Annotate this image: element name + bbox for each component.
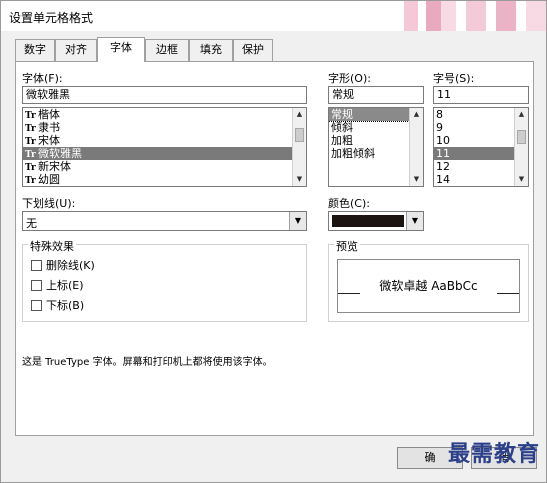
chevron-down-icon[interactable]: ▼ bbox=[406, 212, 423, 230]
title-bar: 设置单元格格式 bbox=[1, 1, 546, 31]
dialog-title: 设置单元格格式 bbox=[9, 11, 94, 25]
strikethrough-label: 删除线(K) bbox=[46, 259, 95, 272]
list-item-label: 楷体 bbox=[38, 108, 60, 121]
strikethrough-checkbox[interactable]: 删除线(K) bbox=[31, 259, 95, 273]
style-list[interactable]: 常规 倾斜 加粗 加粗倾斜 ▲ ▼ bbox=[328, 107, 424, 187]
scroll-down-icon[interactable]: ▼ bbox=[410, 173, 423, 186]
preview-baseline bbox=[497, 293, 519, 294]
checkbox-box[interactable] bbox=[31, 300, 42, 311]
font-note: 这是 TrueType 字体。屏幕和打印机上都将使用该字体。 bbox=[22, 357, 273, 368]
tab-font[interactable]: 字体 bbox=[97, 37, 145, 62]
superscript-label: 上标(E) bbox=[46, 279, 84, 292]
chevron-down-icon[interactable]: ▼ bbox=[289, 212, 306, 230]
subscript-checkbox[interactable]: 下标(B) bbox=[31, 299, 84, 313]
effects-title: 特殊效果 bbox=[28, 238, 76, 254]
tab-border[interactable]: 边框 bbox=[145, 39, 189, 61]
scroll-down-icon[interactable]: ▼ bbox=[293, 173, 306, 186]
font-list[interactable]: Tr 楷体 Tr 隶书 Tr 宋体 Tr 微软雅黑 Tr 新宋体 Tr 幼圆 ▲ ▼ bbox=[22, 107, 307, 187]
list-item-selected[interactable]: Tr 微软雅黑 bbox=[23, 147, 306, 160]
font-panel: 字体(F): 微软雅黑 Tr 楷体 Tr 隶书 Tr 宋体 Tr 微软雅黑 Tr 新宋体 … bbox=[15, 61, 534, 436]
list-item-label: 新宋体 bbox=[38, 160, 71, 173]
style-input[interactable]: 常规 bbox=[328, 86, 424, 104]
subscript-label: 下标(B) bbox=[46, 299, 85, 312]
style-label: 字形(O): bbox=[328, 72, 371, 85]
font-input[interactable]: 微软雅黑 bbox=[22, 86, 307, 104]
list-item[interactable]: Tr 宋体 bbox=[23, 134, 306, 147]
font-scrollbar[interactable]: ▲ ▼ bbox=[292, 108, 306, 186]
underline-select[interactable]: 无 ▼ bbox=[22, 211, 307, 231]
scroll-up-icon[interactable]: ▲ bbox=[410, 108, 423, 121]
preview-box: 微软卓越 AaBbCc bbox=[337, 259, 520, 313]
tab-alignment[interactable]: 对齐 bbox=[55, 39, 97, 61]
size-list[interactable]: 8 9 10 11 12 14 ▲ ▼ bbox=[433, 107, 529, 187]
size-label: 字号(S): bbox=[433, 72, 475, 85]
preview-title: 预览 bbox=[334, 238, 360, 254]
list-item[interactable]: Tr 幼圆 bbox=[23, 173, 306, 186]
color-swatch bbox=[332, 215, 404, 227]
scroll-up-icon[interactable]: ▲ bbox=[515, 108, 528, 121]
list-item[interactable]: Tr 楷体 bbox=[23, 108, 306, 121]
effects-group: 特殊效果 删除线(K) 上标(E) 下标(B) bbox=[22, 238, 307, 322]
preview-group: 预览 微软卓越 AaBbCc bbox=[328, 238, 529, 322]
truetype-icon: Tr bbox=[25, 176, 36, 186]
color-select[interactable]: ▼ bbox=[328, 211, 424, 231]
checkbox-box[interactable] bbox=[31, 280, 42, 291]
scroll-down-icon[interactable]: ▼ bbox=[515, 173, 528, 186]
mosaic-overlay bbox=[396, 1, 546, 31]
size-input[interactable]: 11 bbox=[433, 86, 529, 104]
tab-number[interactable]: 数字 bbox=[15, 39, 55, 61]
close-button[interactable] bbox=[396, 1, 546, 31]
size-scrollbar[interactable]: ▲ ▼ bbox=[514, 108, 528, 186]
scroll-thumb[interactable] bbox=[295, 128, 304, 142]
list-item[interactable]: Tr 新宋体 bbox=[23, 160, 306, 173]
style-scrollbar[interactable]: ▲ ▼ bbox=[409, 108, 423, 186]
list-item-label: 隶书 bbox=[38, 121, 60, 134]
tab-fill[interactable]: 填充 bbox=[189, 39, 233, 61]
font-label: 字体(F): bbox=[22, 72, 63, 85]
list-item-label: 幼圆 bbox=[38, 173, 60, 186]
list-item[interactable]: Tr 隶书 bbox=[23, 121, 306, 134]
superscript-checkbox[interactable]: 上标(E) bbox=[31, 279, 84, 293]
scroll-thumb[interactable] bbox=[517, 130, 526, 144]
color-label: 颜色(C): bbox=[328, 197, 370, 210]
underline-label: 下划线(U): bbox=[22, 197, 76, 210]
tab-protection[interactable]: 保护 bbox=[233, 39, 273, 61]
preview-sample: 微软卓越 AaBbCc bbox=[379, 279, 478, 293]
checkbox-box[interactable] bbox=[31, 260, 42, 271]
list-item-label: 微软雅黑 bbox=[38, 147, 82, 160]
list-item-label: 宋体 bbox=[38, 134, 60, 147]
scroll-up-icon[interactable]: ▲ bbox=[293, 108, 306, 121]
format-cells-dialog: 设置单元格格式 数字 对齐 字体 边框 填充 保护 字体(F): 微软雅黑 Tr… bbox=[0, 0, 547, 483]
underline-value: 无 bbox=[26, 217, 37, 230]
watermark-logo: 最需教育 bbox=[447, 441, 540, 467]
